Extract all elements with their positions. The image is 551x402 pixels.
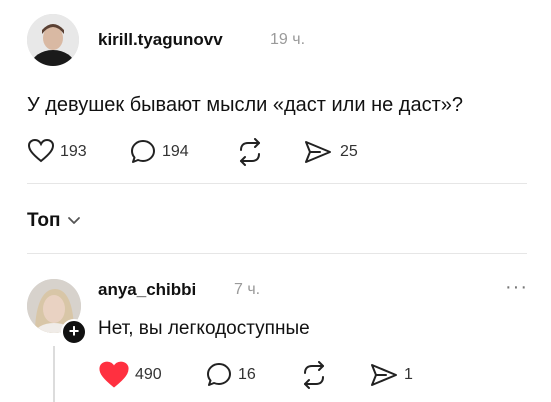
thread-line xyxy=(53,346,55,402)
comment-icon xyxy=(207,363,231,386)
share-icon xyxy=(371,364,397,386)
share-icon xyxy=(305,141,331,163)
repost-button[interactable] xyxy=(235,138,265,166)
post-time: 19 ч. xyxy=(270,31,306,48)
like-count: 193 xyxy=(60,143,87,160)
reply-share-count: 1 xyxy=(404,366,413,383)
reply-like-count: 490 xyxy=(135,366,162,383)
plus-icon: + xyxy=(68,321,80,341)
share-button[interactable] xyxy=(303,138,333,166)
repost-icon xyxy=(304,361,324,389)
post-text: У девушек бывают мысли «даст или не даст… xyxy=(27,94,463,116)
reply-author-name[interactable]: anya_chibbi xyxy=(98,280,196,300)
heart-icon xyxy=(99,361,129,388)
reply-comment-button[interactable] xyxy=(205,361,233,389)
reply-like-button[interactable] xyxy=(98,360,130,390)
share-count: 25 xyxy=(340,143,358,160)
sort-label: Топ xyxy=(27,210,61,231)
comment-icon xyxy=(131,140,155,163)
heart-icon xyxy=(27,138,55,163)
reply-text: Нет, вы легкодоступные xyxy=(98,318,310,339)
chevron-down-icon xyxy=(67,216,81,226)
reply-repost-button[interactable] xyxy=(299,361,329,389)
comment-button[interactable] xyxy=(129,138,157,166)
reply-share-button[interactable] xyxy=(369,361,399,389)
sort-dropdown[interactable]: Топ xyxy=(27,210,81,232)
more-icon[interactable]: ··· xyxy=(505,276,528,299)
post-author-name[interactable]: kirill.tyagunovv xyxy=(98,30,223,50)
reply-comment-count: 16 xyxy=(238,366,256,383)
like-button[interactable] xyxy=(27,138,55,164)
repost-icon xyxy=(240,138,260,166)
comment-count: 194 xyxy=(162,143,189,160)
post-author-avatar[interactable] xyxy=(27,14,79,66)
reply-time: 7 ч. xyxy=(234,281,261,298)
sort-divider xyxy=(27,253,527,254)
post-divider xyxy=(27,183,527,184)
follow-plus-button[interactable]: + xyxy=(61,319,87,345)
